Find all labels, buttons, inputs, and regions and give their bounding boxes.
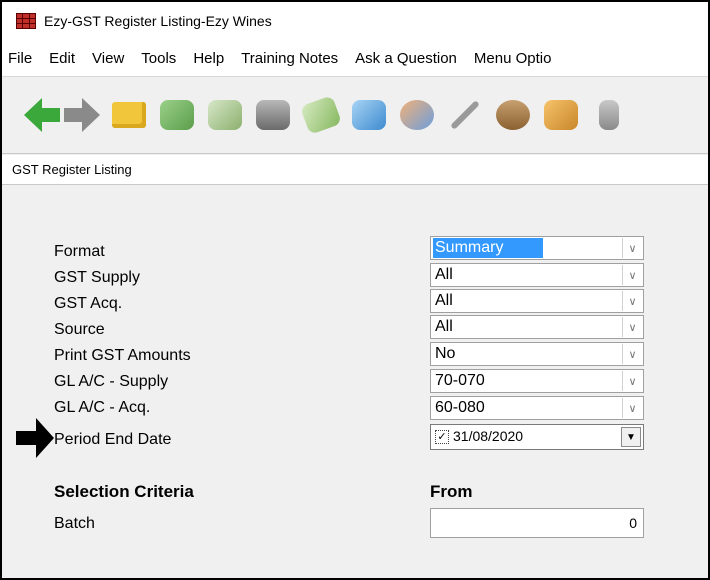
menu-file[interactable]: File — [8, 50, 32, 67]
toolbar — [2, 76, 708, 154]
title-bar: Ezy-GST Register Listing-Ezy Wines — [2, 2, 708, 40]
menu-help[interactable]: Help — [193, 50, 224, 67]
menu-bar: File Edit View Tools Help Training Notes… — [2, 40, 708, 76]
field-label-format: Format — [54, 243, 105, 260]
field-label-gl-acq: GL A/C - Acq. — [54, 399, 151, 416]
app-logo-icon — [16, 13, 36, 29]
box-icon[interactable] — [540, 92, 582, 138]
chevron-down-icon[interactable]: ∨ — [622, 317, 642, 337]
selection-criteria-heading: Selection Criteria — [54, 482, 194, 501]
menu-edit[interactable]: Edit — [49, 50, 75, 67]
forward-arrow-icon[interactable] — [60, 92, 102, 138]
field-label-source: Source — [54, 321, 105, 338]
chevron-down-icon[interactable]: ∨ — [622, 238, 642, 258]
print-gst-amounts-select[interactable]: No ∨ — [430, 342, 644, 366]
window-title: Ezy-GST Register Listing-Ezy Wines — [44, 13, 272, 29]
barrel-icon[interactable] — [492, 92, 534, 138]
people-icon[interactable] — [396, 92, 438, 138]
batch-from-input[interactable]: 0 — [430, 508, 644, 538]
trolley-icon[interactable] — [588, 92, 630, 138]
menu-view[interactable]: View — [92, 50, 124, 67]
field-label-print-gst-amounts: Print GST Amounts — [54, 347, 191, 364]
field-label-period-end-date: Period End Date — [54, 431, 172, 448]
from-heading: From — [430, 482, 473, 501]
stamp-icon[interactable] — [348, 92, 390, 138]
pointer-arrow-icon — [16, 418, 54, 458]
field-label-gst-supply: GST Supply — [54, 269, 140, 286]
gl-acq-select[interactable]: 60-080 ∨ — [430, 396, 644, 420]
bank-icon[interactable] — [252, 92, 294, 138]
menu-options[interactable]: Menu Optio — [474, 50, 552, 67]
menu-tools[interactable]: Tools — [141, 50, 176, 67]
chevron-down-icon[interactable]: ∨ — [622, 398, 642, 418]
back-arrow-icon[interactable] — [12, 92, 60, 138]
source-select[interactable]: All ∨ — [430, 315, 644, 339]
chevron-down-icon[interactable]: ∨ — [622, 371, 642, 391]
period-enabled-checkbox[interactable]: ✓ — [435, 430, 449, 444]
cash-icon[interactable] — [156, 92, 198, 138]
chevron-down-icon[interactable]: ∨ — [622, 291, 642, 311]
banknote-icon[interactable] — [299, 92, 343, 138]
period-end-date-picker[interactable]: ✓ 31/08/2020 ▼ — [430, 424, 644, 450]
folder-icon[interactable] — [108, 92, 150, 138]
gst-supply-select[interactable]: All ∨ — [430, 263, 644, 287]
gl-supply-select[interactable]: 70-070 ∨ — [430, 369, 644, 393]
field-label-batch: Batch — [54, 515, 95, 532]
calendar-dropdown-icon[interactable]: ▼ — [621, 427, 641, 447]
format-select[interactable]: Summary ∨ — [430, 236, 644, 260]
field-label-gst-acq: GST Acq. — [54, 295, 123, 312]
payment-hand-icon[interactable] — [204, 92, 246, 138]
chevron-down-icon[interactable]: ∨ — [622, 265, 642, 285]
menu-ask-a-question[interactable]: Ask a Question — [355, 50, 457, 67]
panel-title: GST Register Listing — [2, 155, 708, 185]
chevron-down-icon[interactable]: ∨ — [622, 344, 642, 364]
form-area: Format Summary ∨ GST Supply All ∨ GST Ac… — [2, 186, 708, 578]
wrench-icon[interactable] — [444, 92, 486, 138]
menu-training-notes[interactable]: Training Notes — [241, 50, 338, 67]
gst-acq-select[interactable]: All ∨ — [430, 289, 644, 313]
app-window: Ezy-GST Register Listing-Ezy Wines File … — [0, 0, 710, 580]
field-label-gl-supply: GL A/C - Supply — [54, 373, 169, 390]
